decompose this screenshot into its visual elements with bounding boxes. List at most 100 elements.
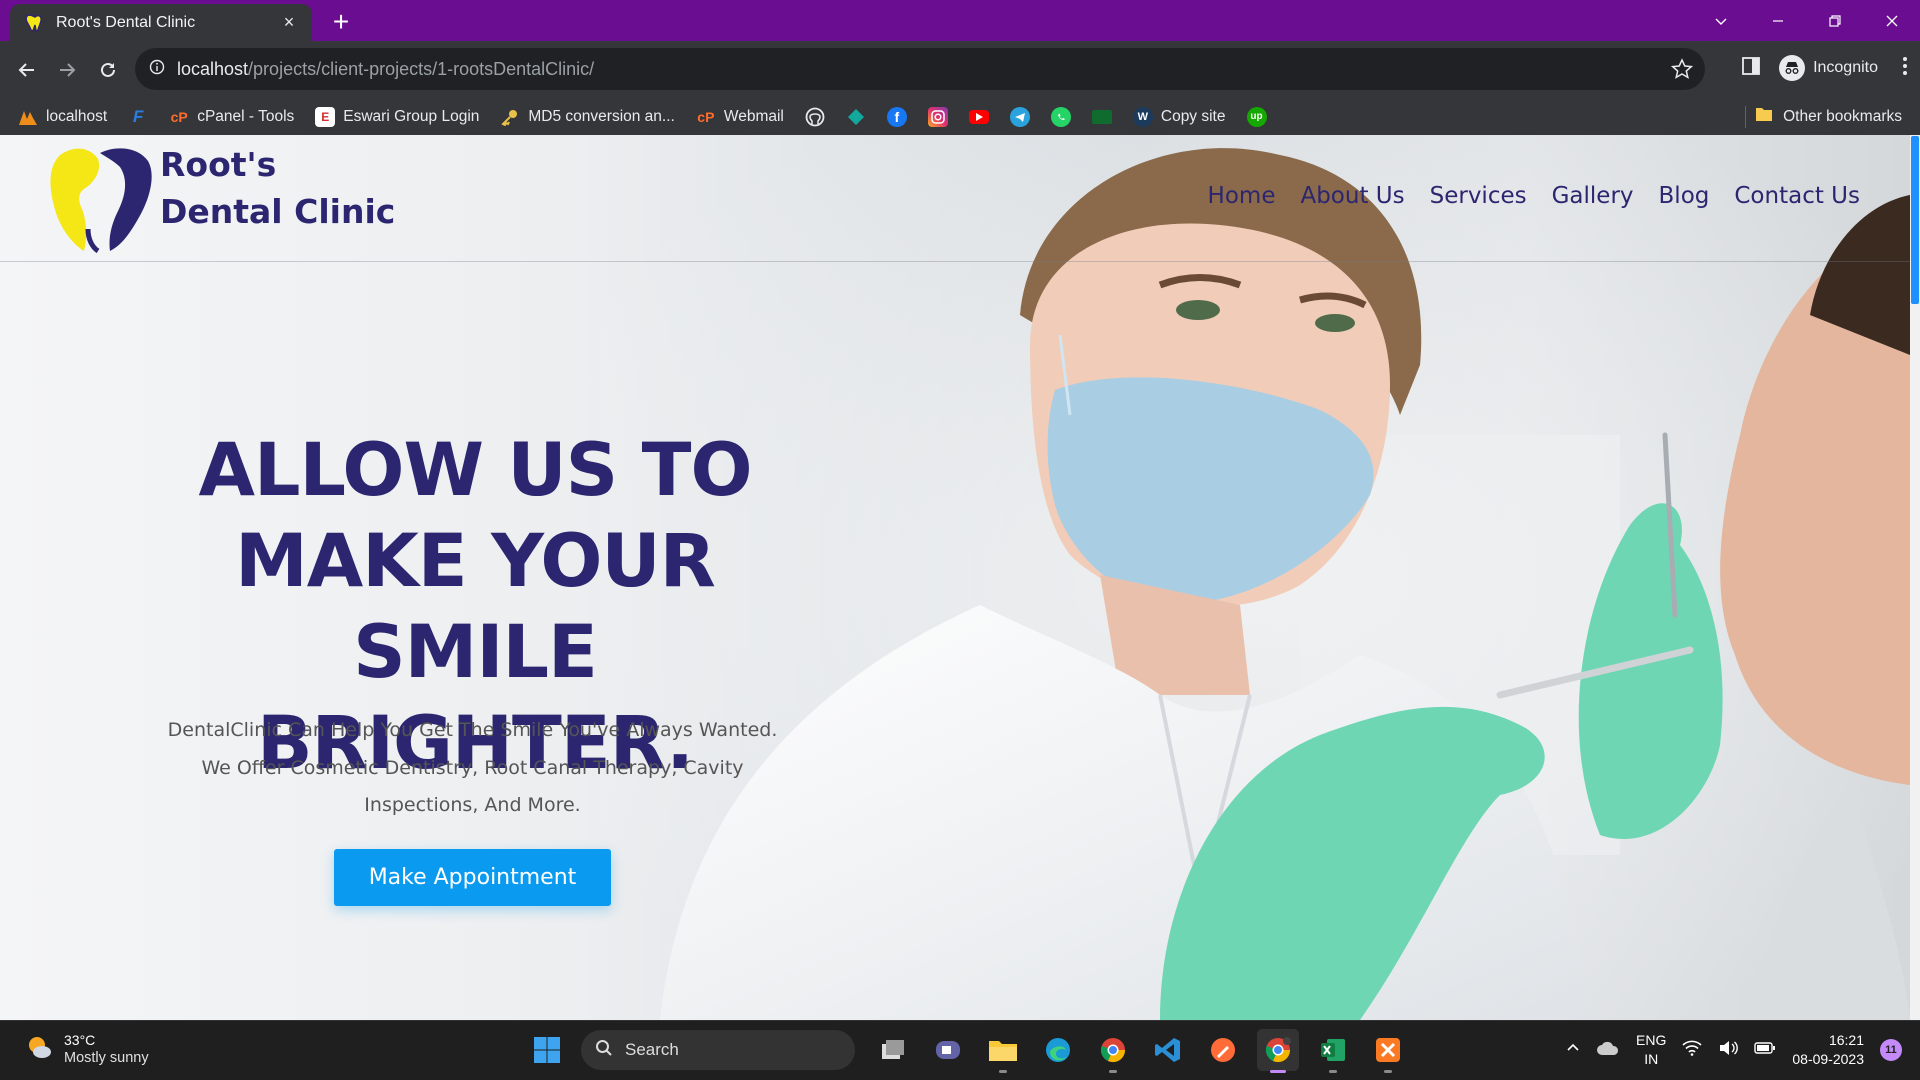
telegram-icon	[1009, 106, 1030, 127]
upwork-icon: up	[1246, 106, 1267, 127]
back-arrow-icon[interactable]	[10, 53, 44, 87]
f-logo-icon: F	[132, 106, 144, 126]
excel-icon[interactable]	[1312, 1029, 1354, 1073]
scrollbar-thumb[interactable]	[1911, 136, 1919, 304]
brand-line-2: Dental Clinic	[160, 192, 396, 231]
search-icon	[595, 1039, 613, 1062]
bookmark-whatsapp[interactable]	[1050, 106, 1071, 127]
wifi-icon[interactable]	[1682, 1040, 1702, 1061]
make-appointment-button[interactable]: Make Appointment	[334, 849, 611, 906]
site-header: Root's Dental Clinic Home About Us Servi…	[0, 135, 1910, 262]
url-host: localhost	[177, 58, 249, 79]
tooth-logo-icon[interactable]	[38, 141, 156, 257]
taskbar-search[interactable]: Search	[581, 1030, 855, 1070]
edge-icon[interactable]	[1037, 1029, 1079, 1071]
nav-gallery[interactable]: Gallery	[1552, 183, 1634, 209]
side-panel-icon[interactable]	[1741, 56, 1761, 81]
menu-kebab-icon[interactable]	[1902, 56, 1908, 81]
start-windows-icon[interactable]	[526, 1029, 568, 1071]
nav-contact-us[interactable]: Contact Us	[1734, 183, 1860, 209]
clock-date: 08-09-2023	[1792, 1051, 1864, 1067]
forward-arrow-icon[interactable]	[50, 53, 84, 87]
bookmarks-bar: localhost F cP cPanel - Tools E Eswari G…	[0, 98, 1920, 135]
close-window-icon[interactable]	[1863, 0, 1920, 41]
nav-about-us[interactable]: About Us	[1300, 183, 1404, 209]
address-bar[interactable]: localhost/projects/client-projects/1-roo…	[135, 48, 1705, 90]
bookmark-telegram[interactable]	[1009, 106, 1030, 127]
bookmark-sheet[interactable]	[1091, 109, 1112, 124]
incognito-profile-button[interactable]: Incognito	[1775, 51, 1888, 85]
sheet-icon	[1091, 109, 1112, 124]
bookmark-youtube[interactable]	[968, 109, 989, 124]
tab-title: Root's Dental Clinic	[56, 13, 196, 31]
nav-services[interactable]: Services	[1430, 183, 1527, 209]
bookmark-upwork[interactable]: up	[1246, 106, 1267, 127]
chrome-icon[interactable]	[1092, 1029, 1134, 1073]
xampp-icon	[18, 107, 38, 127]
bookmark-webmail[interactable]: cP Webmail	[696, 107, 784, 127]
bookmark-copy-site[interactable]: W Copy site	[1132, 106, 1226, 127]
github-icon	[805, 107, 825, 127]
tab-close-icon[interactable]: ×	[278, 12, 300, 33]
vscode-icon[interactable]	[1147, 1029, 1189, 1071]
battery-icon[interactable]	[1754, 1041, 1776, 1060]
language-indicator[interactable]: ENG IN	[1636, 1031, 1666, 1069]
bookmark-cpanel-tools[interactable]: cP cPanel - Tools	[169, 107, 295, 127]
system-tray: ENG IN 16:21 08-09-2023 11	[1566, 1031, 1902, 1069]
onedrive-cloud-icon[interactable]	[1596, 1040, 1620, 1061]
weather-desc: Mostly sunny	[64, 1050, 149, 1066]
bookmark-diamond[interactable]	[846, 107, 866, 127]
bookmark-github[interactable]	[805, 107, 825, 127]
task-view-icon[interactable]	[872, 1029, 914, 1071]
chrome-incognito-icon[interactable]	[1257, 1029, 1299, 1073]
nav-blog[interactable]: Blog	[1659, 183, 1710, 209]
bookmark-localhost[interactable]: localhost	[18, 107, 107, 127]
other-bookmarks-folder[interactable]: Other bookmarks	[1755, 106, 1902, 127]
system-clock[interactable]: 16:21 08-09-2023	[1792, 1031, 1864, 1069]
url-path: /projects/client-projects/1-rootsDentalC…	[248, 58, 595, 79]
w-icon: W	[1132, 106, 1153, 127]
site-brand[interactable]: Root's Dental Clinic	[160, 141, 395, 235]
main-nav: Home About Us Services Gallery Blog Cont…	[1208, 183, 1860, 209]
bookmark-facebook[interactable]: f	[886, 106, 907, 127]
weather-widget[interactable]: 33°C Mostly sunny	[24, 1031, 149, 1068]
file-explorer-icon[interactable]	[982, 1029, 1024, 1073]
sun-cloud-icon	[24, 1032, 54, 1067]
eswari-icon: E	[315, 106, 336, 127]
key-icon	[500, 107, 520, 127]
bookmark-star-icon[interactable]	[1670, 58, 1694, 85]
whatsapp-icon	[1050, 106, 1071, 127]
xampp-icon[interactable]	[1367, 1029, 1409, 1073]
bookmarks-separator	[1745, 106, 1746, 128]
browser-tab[interactable]: Root's Dental Clinic ×	[10, 4, 312, 41]
minimize-icon[interactable]	[1749, 0, 1806, 41]
tab-strip: Root's Dental Clinic × +	[0, 0, 1920, 41]
brand-line-1: Root's	[160, 145, 277, 184]
bookmark-eswari-group-login[interactable]: E Eswari Group Login	[315, 106, 479, 127]
bookmark-md5-conversion[interactable]: MD5 conversion an...	[500, 107, 675, 127]
bookmark-f-logo[interactable]: F	[128, 107, 148, 127]
postman-icon[interactable]	[1202, 1029, 1244, 1071]
incognito-icon	[1779, 55, 1806, 81]
tab-search-chevron-icon[interactable]	[1692, 0, 1749, 41]
diamond-icon	[846, 107, 866, 127]
youtube-icon	[968, 109, 989, 124]
notification-badge[interactable]: 11	[1880, 1039, 1902, 1061]
reload-icon[interactable]	[91, 53, 125, 87]
site-info-icon[interactable]	[149, 59, 165, 80]
show-hidden-icons-chevron-icon[interactable]	[1566, 1041, 1580, 1060]
hero-subtitle: DentalClinic Can Help You Get The Smile …	[167, 719, 778, 816]
weather-temp: 33°C	[64, 1032, 96, 1048]
webpage-viewport: Root's Dental Clinic Home About Us Servi…	[0, 135, 1910, 1020]
restore-icon[interactable]	[1806, 0, 1863, 41]
volume-icon[interactable]	[1718, 1040, 1739, 1061]
teams-icon[interactable]	[927, 1029, 969, 1071]
bookmark-instagram[interactable]	[927, 106, 948, 127]
clock-time: 16:21	[1828, 1032, 1864, 1048]
new-tab-button[interactable]: +	[325, 6, 357, 38]
nav-home[interactable]: Home	[1208, 183, 1276, 209]
facebook-icon: f	[886, 106, 907, 127]
instagram-icon	[927, 106, 948, 127]
cpanel-icon: cP	[697, 108, 715, 125]
folder-icon	[1755, 106, 1773, 127]
